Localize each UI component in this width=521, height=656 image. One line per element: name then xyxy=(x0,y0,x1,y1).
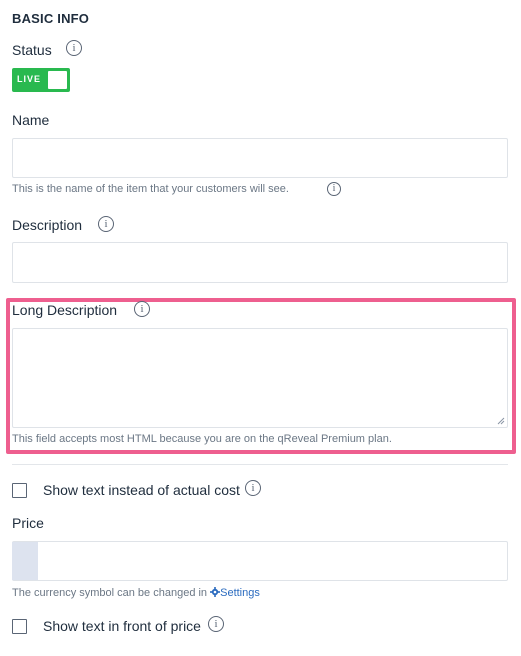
price-help-text: The currency symbol can be changed in Se… xyxy=(12,587,260,599)
gear-icon xyxy=(210,587,221,597)
settings-link-label: Settings xyxy=(220,587,260,599)
description-info-icon[interactable]: i xyxy=(98,216,114,232)
price-help-prefix: The currency symbol can be changed in xyxy=(12,587,211,599)
section-title: BASIC INFO xyxy=(12,11,90,26)
long-description-textarea[interactable] xyxy=(12,328,508,428)
show-text-price-label: Show text in front of price xyxy=(43,618,201,634)
long-description-info-icon[interactable]: i xyxy=(134,301,150,317)
divider xyxy=(12,464,508,465)
show-text-cost-label: Show text instead of actual cost xyxy=(43,482,240,498)
price-input[interactable] xyxy=(12,541,508,581)
description-label: Description xyxy=(12,217,83,233)
currency-addon xyxy=(12,542,38,580)
status-info-icon[interactable]: i xyxy=(66,40,82,56)
name-info-icon[interactable]: i xyxy=(327,182,341,196)
long-description-label: Long Description xyxy=(12,302,118,318)
show-text-price-checkbox[interactable] xyxy=(12,619,27,634)
toggle-label: LIVE xyxy=(17,74,42,84)
description-input[interactable] xyxy=(12,242,508,283)
name-help-text: This is the name of the item that your c… xyxy=(12,183,289,195)
show-text-price-info-icon[interactable]: i xyxy=(208,616,224,632)
resize-handle-icon[interactable] xyxy=(497,417,505,425)
show-text-cost-checkbox[interactable] xyxy=(12,483,27,498)
long-description-help-text: This field accepts most HTML because you… xyxy=(12,433,392,445)
settings-link[interactable]: Settings xyxy=(210,587,260,599)
toggle-knob xyxy=(48,71,67,89)
status-toggle[interactable]: LIVE xyxy=(12,68,70,92)
name-label: Name xyxy=(12,112,50,128)
status-label: Status xyxy=(12,42,52,58)
price-label: Price xyxy=(12,515,44,531)
show-text-cost-info-icon[interactable]: i xyxy=(245,480,261,496)
name-input[interactable] xyxy=(12,138,508,178)
